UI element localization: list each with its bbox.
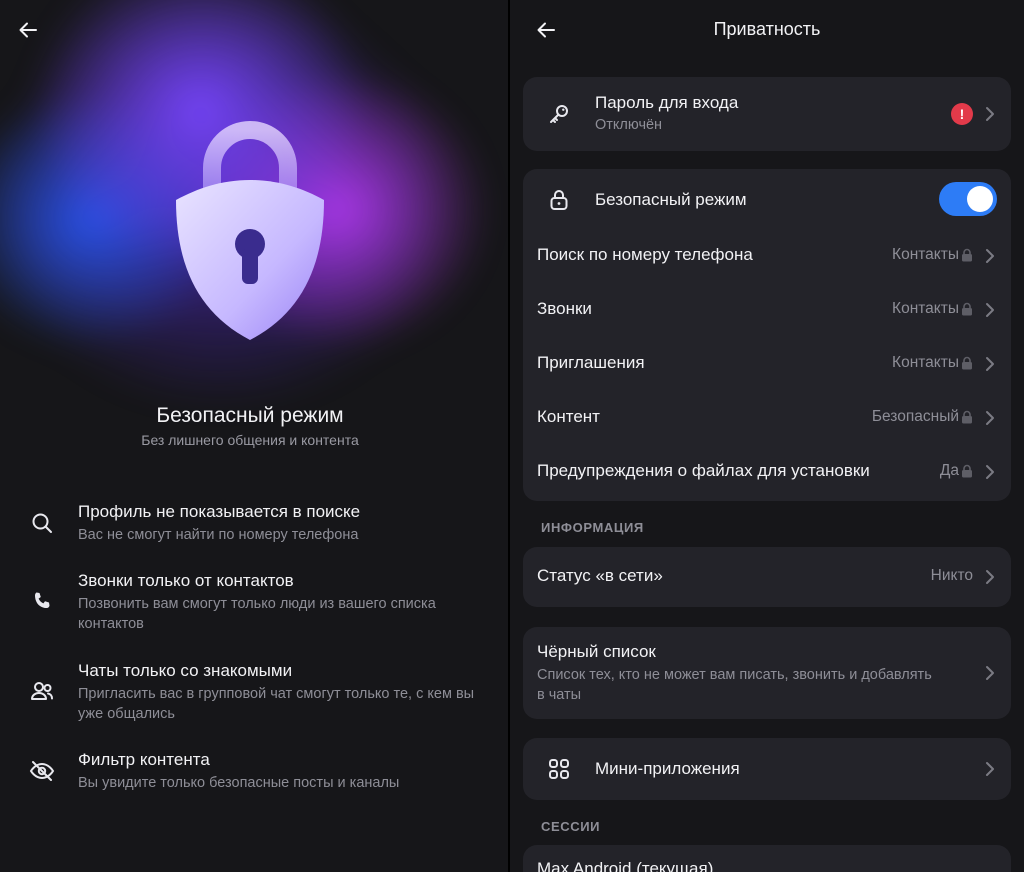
session-card: Max Android (текущая) — [523, 845, 1011, 872]
setting-label: Поиск по номеру телефона — [537, 245, 753, 264]
blacklist-card: Чёрный список Список тех, кто не может в… — [523, 627, 1011, 719]
online-status-row[interactable]: Статус «в сети» Никто — [523, 547, 1011, 607]
chevron-right-icon — [986, 411, 994, 425]
chevron-right-icon — [986, 357, 994, 371]
feature-title: Профиль не показывается в поиске — [78, 502, 361, 521]
chevron-right-icon — [986, 570, 994, 584]
section-header-info: ИНФОРМАЦИЯ — [541, 520, 644, 535]
chevron-right-icon — [986, 666, 994, 680]
key-icon — [545, 100, 573, 128]
chevron-right-icon — [986, 303, 994, 317]
arrow-left-icon — [19, 22, 37, 38]
phone-icon — [28, 587, 56, 615]
setting-row-content[interactable]: Контент Безопасный — [523, 391, 1011, 445]
mini-apps-row[interactable]: Мини-приложения — [523, 738, 1011, 800]
chevron-right-icon — [986, 107, 994, 121]
small-lock-icon — [962, 248, 972, 262]
setting-row-file-warnings[interactable]: Предупреждения о файлах для установки Да — [523, 445, 1011, 501]
setting-value: Контакты — [892, 300, 959, 317]
hero-subtitle: Без лишнего общения и контента — [141, 432, 359, 448]
setting-value: Контакты — [892, 354, 959, 371]
toggle-knob — [967, 186, 993, 212]
setting-value: Да — [939, 462, 959, 479]
password-row[interactable]: Пароль для входа Отключён ! — [523, 77, 1011, 151]
setting-row-phone-search[interactable]: Поиск по номеру телефона Контакты — [523, 229, 1011, 283]
chevron-right-icon — [986, 465, 994, 479]
password-status: Отключён — [595, 117, 663, 133]
online-status-card: Статус «в сети» Никто — [523, 547, 1011, 607]
feature-title: Звонки только от контактов — [78, 571, 294, 590]
safe-mode-row[interactable]: Безопасный режим — [523, 169, 1011, 229]
small-lock-icon — [962, 302, 972, 316]
section-header-sessions: СЕССИИ — [541, 819, 601, 834]
feature-description: Вы увидите только безопасные посты и кан… — [78, 775, 400, 791]
padlock-shield-icon — [160, 118, 340, 348]
page-title: Приватность — [713, 19, 821, 39]
password-label: Пароль для входа — [595, 93, 739, 112]
feature-title: Чаты только со знакомыми — [78, 661, 293, 680]
safe-mode-label: Безопасный режим — [595, 190, 747, 209]
apps-grid-icon — [545, 755, 573, 783]
small-lock-icon — [962, 410, 972, 424]
hero-title: Безопасный режим — [156, 404, 344, 427]
blacklist-label: Чёрный список — [537, 642, 656, 661]
password-card: Пароль для входа Отключён ! — [523, 77, 1011, 151]
setting-value: Контакты — [892, 246, 959, 263]
chevron-right-icon — [986, 762, 994, 776]
online-status-label: Статус «в сети» — [537, 566, 663, 585]
lock-icon — [545, 186, 573, 214]
mini-apps-label: Мини-приложения — [595, 759, 740, 778]
safe-mode-card: Безопасный режим Поиск по номеру телефон… — [523, 169, 1011, 501]
setting-row-calls[interactable]: Звонки Контакты — [523, 283, 1011, 337]
setting-label: Приглашения — [537, 353, 645, 372]
privacy-screen: Приватность Пароль для входа Отключён ! … — [510, 0, 1024, 872]
setting-label: Контент — [537, 407, 600, 426]
safe-mode-info-screen: Безопасный режим Без лишнего общения и к… — [0, 0, 508, 872]
small-lock-icon — [962, 464, 972, 478]
feature-description: Вас не смогут найти по номеру телефона — [78, 527, 359, 543]
eye-off-icon — [28, 757, 56, 785]
setting-label: Звонки — [537, 299, 592, 318]
online-status-value: Никто — [930, 567, 973, 584]
setting-label: Предупреждения о файлах для установки — [537, 461, 870, 480]
blacklist-description: Список тех, кто не может вам писать, зво… — [537, 667, 932, 703]
alert-badge: ! — [951, 103, 973, 125]
session-row[interactable]: Max Android (текущая) — [523, 845, 1011, 872]
search-icon — [28, 509, 56, 537]
safe-mode-toggle[interactable] — [939, 182, 997, 216]
people-icon — [28, 677, 56, 705]
feature-description: Пригласить вас в групповой чат смогут то… — [78, 686, 475, 722]
feature-description: Позвонить вам смогут только люди из ваше… — [78, 596, 436, 632]
mini-apps-card: Мини-приложения — [523, 738, 1011, 800]
session-label: Max Android (текущая) — [537, 859, 714, 872]
blacklist-row[interactable]: Чёрный список Список тех, кто не может в… — [523, 627, 1011, 719]
setting-value: Безопасный — [871, 408, 959, 425]
feature-title: Фильтр контента — [78, 750, 210, 769]
small-lock-icon — [962, 356, 972, 370]
setting-row-invitations[interactable]: Приглашения Контакты — [523, 337, 1011, 391]
back-button[interactable] — [12, 14, 44, 46]
chevron-right-icon — [986, 249, 994, 263]
